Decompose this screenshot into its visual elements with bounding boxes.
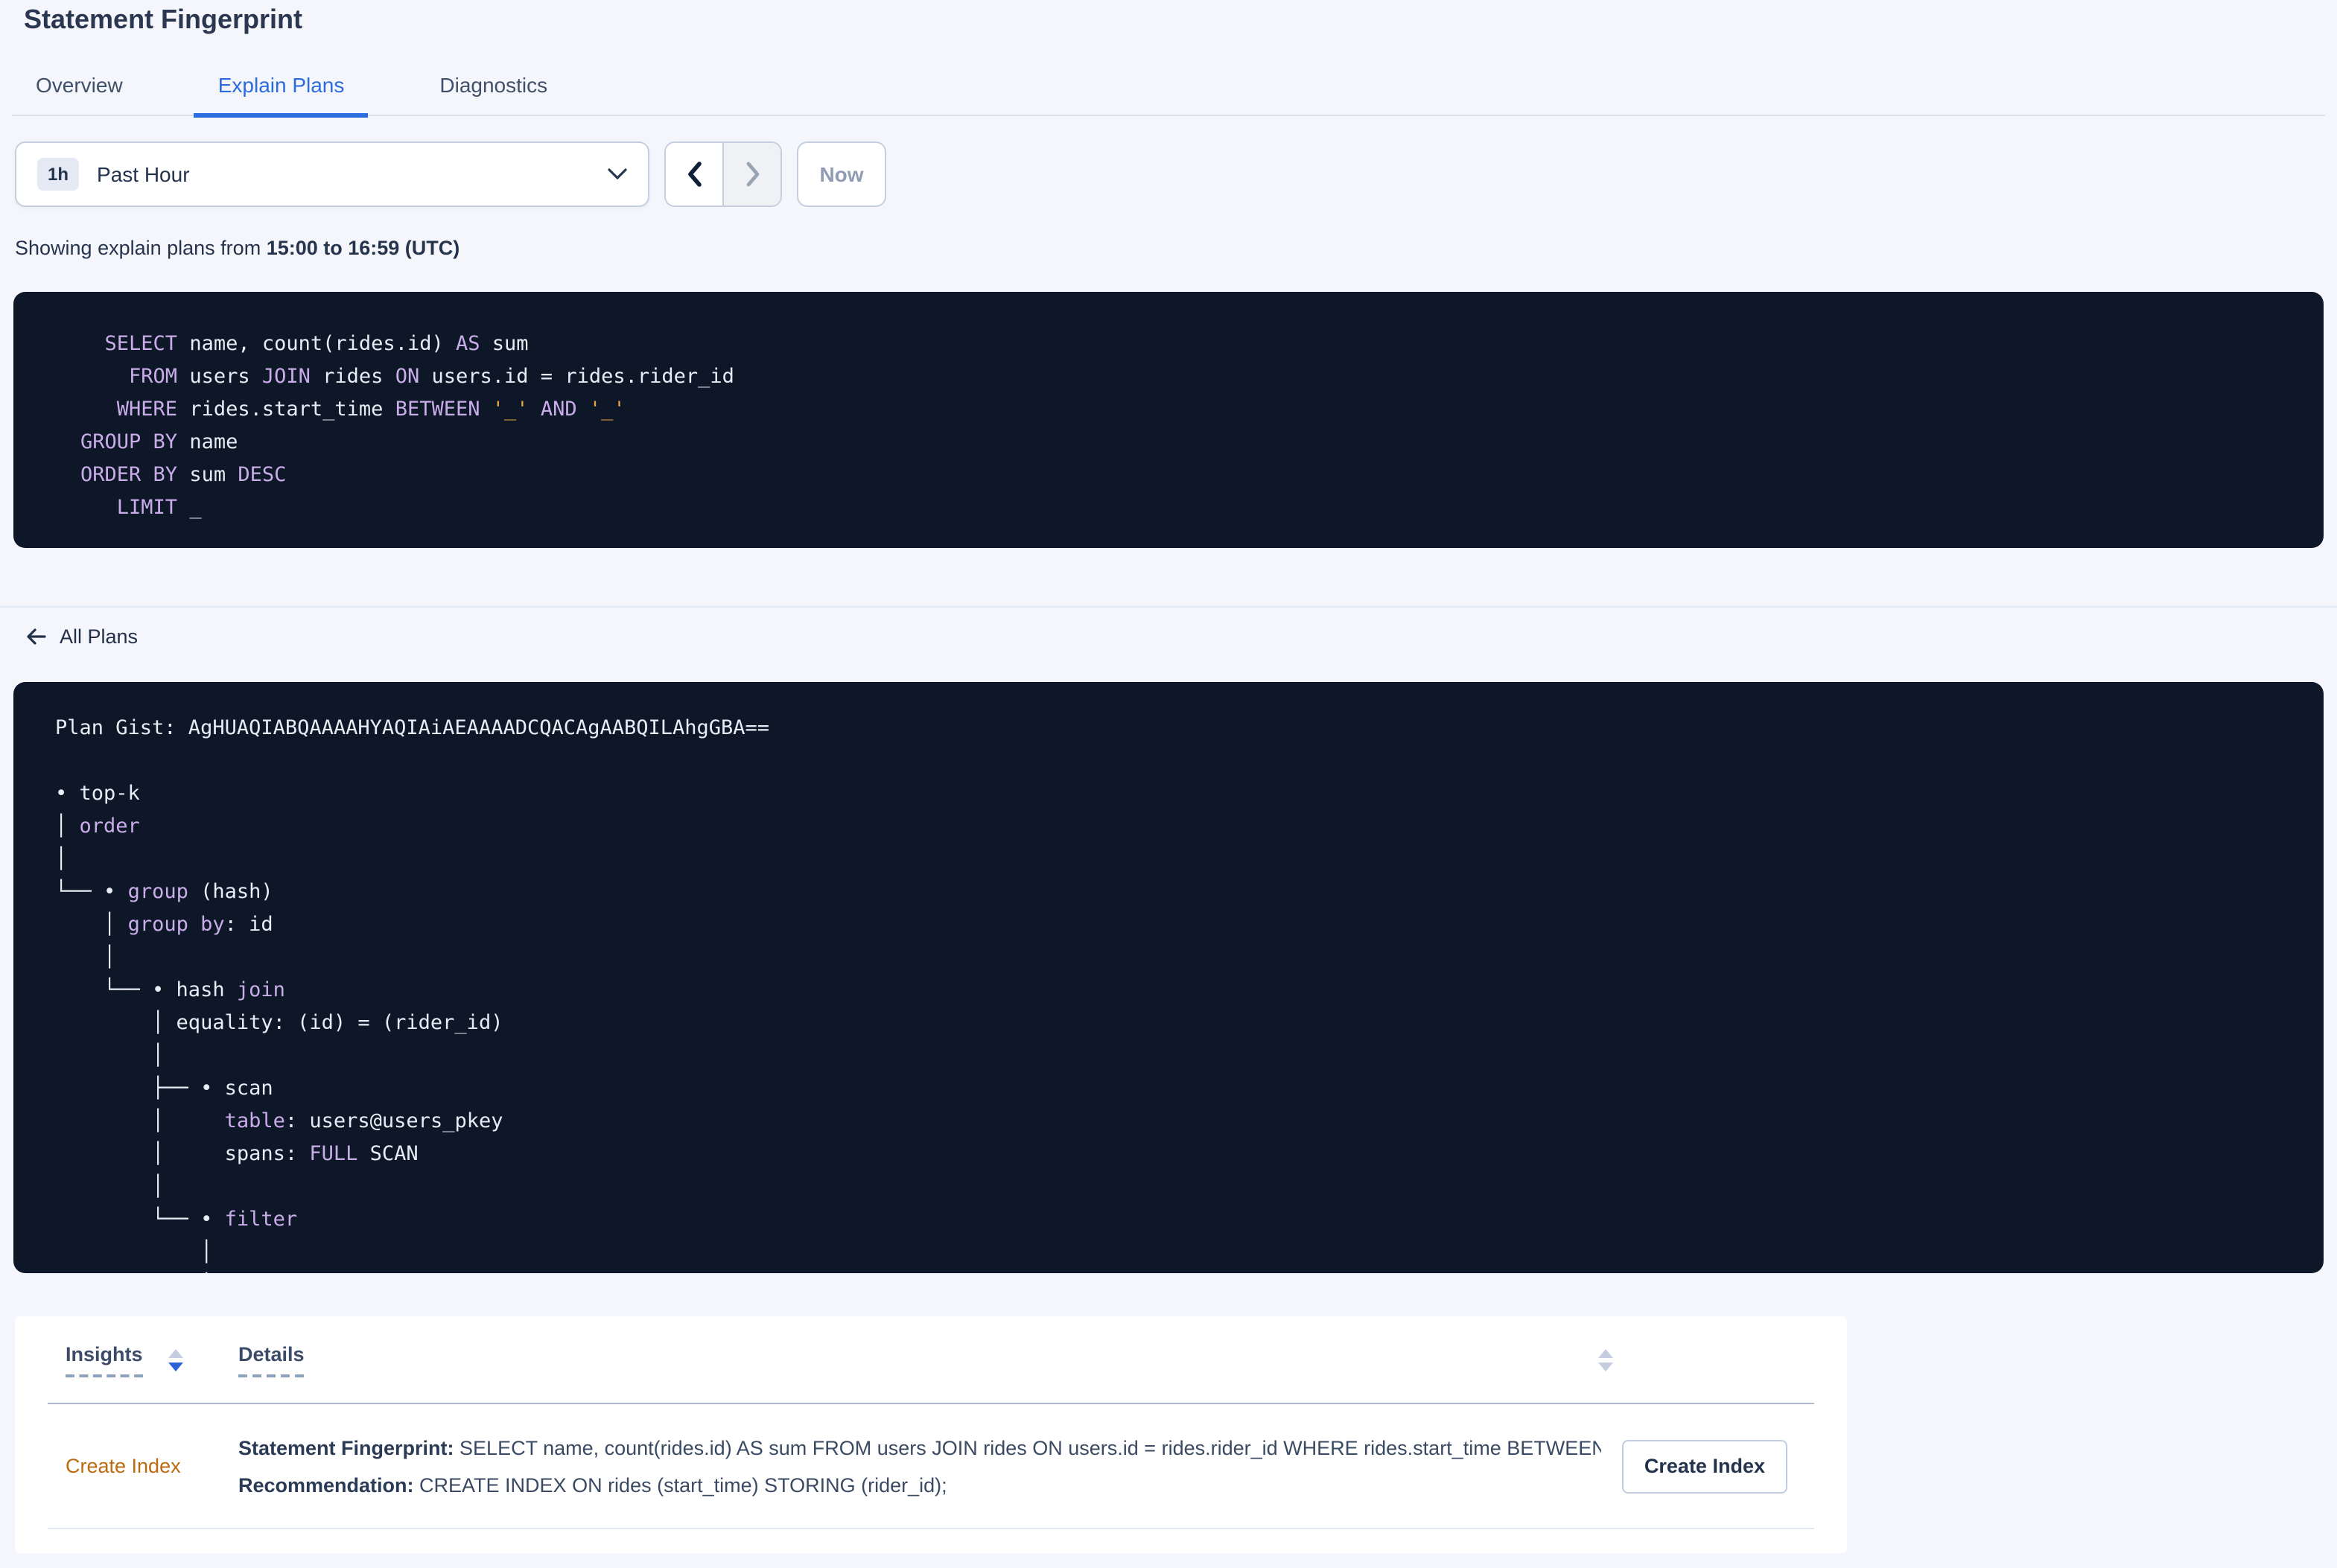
sort-down-arrow bbox=[168, 1362, 183, 1371]
time-range-badge: 1h bbox=[37, 158, 80, 191]
section-divider bbox=[0, 606, 2337, 608]
statement-fingerprint-line: Statement Fingerprint: SELECT name, coun… bbox=[238, 1429, 1601, 1466]
code-line: ├── • scan bbox=[55, 1077, 273, 1100]
tab-diagnostics[interactable]: Diagnostics bbox=[416, 55, 571, 118]
insight-type-cell: Create Index bbox=[66, 1455, 181, 1477]
sql-statement-code: SELECT name, count(rides.id) AS sum FROM… bbox=[80, 328, 2294, 524]
now-button-label: Now bbox=[819, 162, 864, 186]
now-button[interactable]: Now bbox=[797, 141, 886, 207]
code-line: LIMIT _ bbox=[116, 496, 202, 520]
details-column-label: Details bbox=[238, 1342, 305, 1377]
insights-column-header[interactable]: Insights bbox=[48, 1342, 238, 1377]
sort-icon[interactable] bbox=[1598, 1348, 1613, 1371]
code-line: │ bbox=[55, 946, 116, 969]
showing-range-prefix: Showing explain plans from bbox=[15, 237, 267, 259]
table-row: Create Index Statement Fingerprint: SELE… bbox=[48, 1404, 1814, 1529]
previous-time-button[interactable] bbox=[666, 143, 722, 205]
code-line: └── • hash join bbox=[55, 978, 285, 1002]
page-title: Statement Fingerprint bbox=[24, 4, 303, 34]
code-line: ORDER BY sum DESC bbox=[80, 463, 287, 487]
code-line: │ bbox=[55, 1269, 2294, 1273]
tab-overview[interactable]: Overview bbox=[12, 55, 147, 118]
tab-explain-plans-label: Explain Plans bbox=[217, 72, 345, 96]
tab-bar: Overview Explain Plans Diagnostics bbox=[12, 55, 2325, 118]
tab-overview-label: Overview bbox=[36, 72, 123, 96]
tab-explain-plans[interactable]: Explain Plans bbox=[194, 55, 369, 118]
code-line: SELECT name, count(rides.id) AS sum bbox=[104, 332, 529, 356]
code-line: WHERE rides.start_time BETWEEN '_' AND '… bbox=[116, 398, 626, 421]
screenshot-viewport: Statement Fingerprint Overview Explain P… bbox=[0, 0, 2337, 1568]
insights-column-label: Insights bbox=[66, 1342, 143, 1377]
code-line: └── • group (hash) bbox=[55, 880, 273, 904]
next-time-button[interactable] bbox=[722, 143, 780, 205]
code-line: │ bbox=[55, 1044, 165, 1068]
time-controls: 1h Past Hour Now bbox=[15, 141, 886, 207]
code-line: │ bbox=[55, 847, 68, 871]
recommendation-label: Recommendation: bbox=[238, 1473, 414, 1496]
insight-details-cell: Statement Fingerprint: SELECT name, coun… bbox=[238, 1429, 1601, 1503]
sort-down-arrow bbox=[1598, 1362, 1613, 1371]
insights-table-header: Insights Details bbox=[48, 1316, 1814, 1404]
arrow-left-icon bbox=[25, 627, 46, 646]
create-index-button-label: Create Index bbox=[1644, 1455, 1765, 1477]
statement-fingerprint-label: Statement Fingerprint: bbox=[238, 1436, 454, 1459]
code-line: • top-k bbox=[55, 782, 140, 806]
sort-desc-icon[interactable] bbox=[168, 1348, 183, 1371]
plan-gist-box: Plan Gist: AgHUAQIABQAAAAHYAQIAiAEAAAADC… bbox=[13, 682, 2324, 1273]
recommendation-line: Recommendation: CREATE INDEX ON rides (s… bbox=[238, 1466, 1601, 1503]
create-index-button[interactable]: Create Index bbox=[1621, 1439, 1787, 1493]
time-nav-group bbox=[664, 141, 782, 207]
time-range-dropdown[interactable]: 1h Past Hour bbox=[15, 141, 649, 207]
showing-range-value: 15:00 to 16:59 (UTC) bbox=[266, 237, 460, 259]
code-line: │ group by: id bbox=[55, 913, 273, 937]
code-line: │ bbox=[55, 1175, 165, 1199]
sql-statement-box: SELECT name, count(rides.id) AS sum FROM… bbox=[13, 292, 2324, 548]
statement-fingerprint-text: SELECT name, count(rides.id) AS sum FROM… bbox=[454, 1436, 1601, 1459]
plan-tree-code: Plan Gist: AgHUAQIABQAAAAHYAQIAiAEAAAADC… bbox=[55, 712, 2294, 1273]
details-column-header[interactable]: Details bbox=[238, 1342, 1613, 1377]
all-plans-label: All Plans bbox=[60, 625, 139, 648]
chevron-down-icon bbox=[608, 168, 627, 180]
code-line: │ spans: FULL SCAN bbox=[55, 1142, 419, 1166]
insights-table-card: Insights Details Create Index Statement … bbox=[15, 1316, 1847, 1553]
time-range-label: Past Hour bbox=[97, 162, 190, 186]
code-line: │ equality: (id) = (rider_id) bbox=[55, 1011, 503, 1035]
showing-range-text: Showing explain plans from 15:00 to 16:5… bbox=[15, 237, 460, 259]
code-line: │ bbox=[55, 1240, 213, 1264]
code-line: │ order bbox=[55, 815, 140, 838]
code-line: GROUP BY name bbox=[80, 430, 238, 454]
code-line: │ table: users@users_pkey bbox=[55, 1109, 503, 1133]
chevron-left-icon bbox=[686, 161, 702, 188]
sort-up-arrow bbox=[168, 1348, 183, 1357]
recommendation-text: CREATE INDEX ON rides (start_time) STORI… bbox=[413, 1473, 947, 1496]
sort-up-arrow bbox=[1598, 1348, 1613, 1357]
tab-diagnostics-label: Diagnostics bbox=[439, 72, 548, 96]
chevron-right-icon bbox=[744, 161, 760, 188]
code-line: └── • filter bbox=[55, 1208, 298, 1231]
code-line: Plan Gist: AgHUAQIABQAAAAHYAQIAiAEAAAADC… bbox=[55, 716, 770, 740]
statement-fingerprint-page: Statement Fingerprint Overview Explain P… bbox=[0, 0, 2337, 1568]
all-plans-link[interactable]: All Plans bbox=[25, 625, 138, 648]
code-line: FROM users JOIN rides ON users.id = ride… bbox=[129, 365, 734, 389]
